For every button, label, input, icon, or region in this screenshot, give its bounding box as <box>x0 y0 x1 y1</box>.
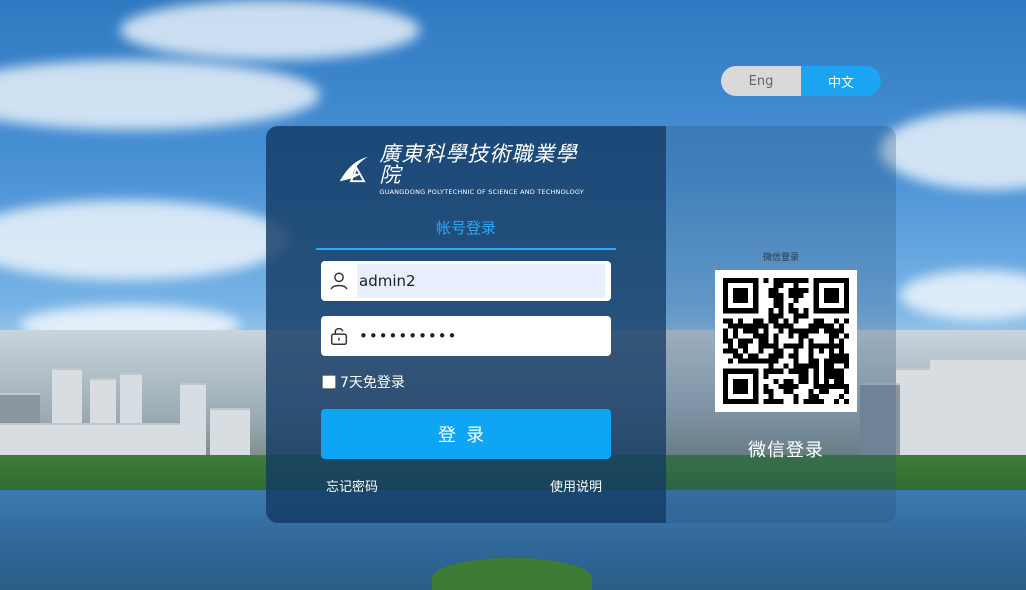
cloud <box>120 0 420 60</box>
logo-name-cn: 廣東科學技術職業學院 <box>379 142 578 188</box>
tab-account-login[interactable]: 帐号登录 <box>316 216 616 250</box>
help-link[interactable]: 使用说明 <box>550 476 602 495</box>
wechat-login-caption: 微信登录 <box>748 440 824 461</box>
qr-code-icon <box>723 278 849 404</box>
password-input[interactable] <box>357 319 605 353</box>
school-logo: 廣東科學技術職業學院 GUANGDONG POLYTECHNIC OF SCIE… <box>336 144 596 195</box>
remember-checkbox[interactable] <box>322 375 336 389</box>
lang-zh-button[interactable]: 中文 <box>801 66 881 96</box>
remember-label[interactable]: 7天免登录 <box>340 372 405 392</box>
login-panel: 廣東科學技術職業學院 GUANGDONG POLYTECHNIC OF SCIE… <box>266 126 666 523</box>
wechat-caption-small: 微信登录 <box>762 253 799 263</box>
login-button[interactable]: 登录 <box>321 409 611 459</box>
forgot-password-link[interactable]: 忘记密码 <box>326 476 378 495</box>
island <box>432 558 592 590</box>
login-card: 廣東科學技術職業學院 GUANGDONG POLYTECHNIC OF SCIE… <box>266 126 896 523</box>
wechat-qr[interactable] <box>715 270 857 412</box>
language-switch: Eng 中文 <box>721 66 881 96</box>
username-field <box>321 261 611 301</box>
lang-eng-button[interactable]: Eng <box>721 66 801 96</box>
lock-icon <box>321 316 357 356</box>
wechat-panel: 微信登录 微信登录 <box>666 126 896 523</box>
school-logo-icon <box>339 156 368 183</box>
logo-text: 廣東科學技術職業學院 GUANGDONG POLYTECHNIC OF SCIE… <box>379 144 596 196</box>
logo-name-en: GUANGDONG POLYTECHNIC OF SCIENCE AND TEC… <box>379 188 584 197</box>
username-input[interactable] <box>357 264 605 298</box>
user-icon <box>321 261 357 301</box>
remember-me: 7天免登录 <box>322 372 405 392</box>
password-field <box>321 316 611 356</box>
